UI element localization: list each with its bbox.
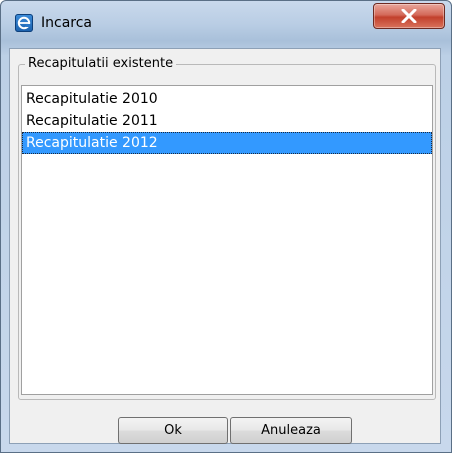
app-e-icon xyxy=(15,14,33,32)
dialog-client-area: Recapitulatii existente Recapitulatie 20… xyxy=(9,48,441,444)
list-item[interactable]: Recapitulatie 2010 xyxy=(22,88,432,110)
list-item-selected[interactable]: Recapitulatie 2012 xyxy=(22,132,432,154)
title-bar[interactable]: Incarca xyxy=(1,1,451,47)
dialog-window: Incarca Recapitulatii existente Recapitu… xyxy=(0,0,452,453)
recap-listbox[interactable]: Recapitulatie 2010 Recapitulatie 2011 Re… xyxy=(21,85,433,395)
existing-recaps-group: Recapitulatii existente Recapitulatie 20… xyxy=(18,56,436,400)
close-x-icon xyxy=(401,9,417,23)
ok-button[interactable]: Ok xyxy=(118,417,228,444)
cancel-button[interactable]: Anuleaza xyxy=(230,417,352,444)
window-title: Incarca xyxy=(41,15,93,31)
group-label: Recapitulatii existente xyxy=(25,56,177,72)
list-item[interactable]: Recapitulatie 2011 xyxy=(22,110,432,132)
close-button[interactable] xyxy=(373,3,445,29)
